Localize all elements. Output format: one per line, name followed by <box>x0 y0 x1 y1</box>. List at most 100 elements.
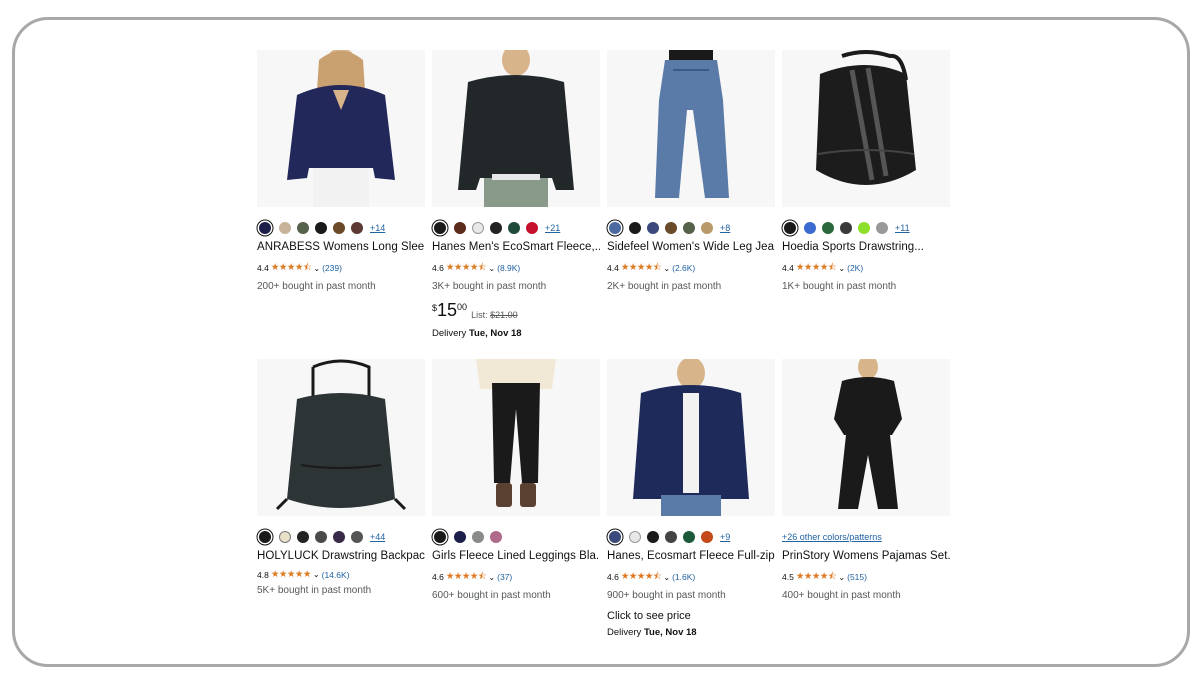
more-colors-link[interactable]: +21 <box>545 223 560 233</box>
review-count-link[interactable]: (14.6K) <box>322 570 350 580</box>
product-card[interactable]: +9 Hanes, Ecosmart Fleece Full-zip... 4.… <box>607 359 775 638</box>
rating-row: 4.4 ★★★★⯪ ⌄ (239) <box>257 260 425 276</box>
review-count-link[interactable]: (2.6K) <box>672 263 695 273</box>
color-swatch[interactable] <box>454 222 466 234</box>
stars-icon[interactable]: ★★★★⯪ <box>446 260 487 276</box>
stars-icon[interactable]: ★★★★⯪ <box>796 569 837 585</box>
product-card[interactable]: +44 HOLYLUCK Drawstring Backpac... 4.8 ★… <box>257 359 425 596</box>
color-swatch[interactable] <box>629 222 641 234</box>
product-card[interactable]: +8 Sidefeel Women's Wide Leg Jea... 4.4 … <box>607 50 775 292</box>
color-swatch[interactable] <box>804 222 816 234</box>
chevron-down-icon[interactable]: ⌄ <box>313 264 320 273</box>
more-colors-link[interactable]: +9 <box>720 532 730 542</box>
product-title[interactable]: Hanes, Ecosmart Fleece Full-zip... <box>607 550 775 562</box>
color-swatch[interactable] <box>259 222 271 234</box>
delivery-info: Delivery Tue, Nov 18 <box>607 627 775 638</box>
chevron-down-icon[interactable]: ⌄ <box>313 570 320 579</box>
color-swatch[interactable] <box>840 222 852 234</box>
color-swatch[interactable] <box>858 222 870 234</box>
product-image[interactable] <box>432 50 600 207</box>
price[interactable]: $ 15 00 List: $21.00 <box>432 301 600 320</box>
product-image[interactable] <box>257 50 425 207</box>
stars-icon[interactable]: ★★★★⯪ <box>271 260 312 276</box>
color-swatch[interactable] <box>665 222 677 234</box>
more-colors-link[interactable]: +11 <box>895 223 910 233</box>
color-swatch[interactable] <box>434 531 446 543</box>
review-count-link[interactable]: (239) <box>322 263 342 273</box>
color-swatch[interactable] <box>609 531 621 543</box>
product-title[interactable]: HOLYLUCK Drawstring Backpac... <box>257 550 425 562</box>
product-title[interactable]: Girls Fleece Lined Leggings Bla... <box>432 550 600 562</box>
color-swatch[interactable] <box>434 222 446 234</box>
review-count-link[interactable]: (1.6K) <box>672 572 695 582</box>
product-title[interactable]: ANRABESS Womens Long Slee... <box>257 241 425 253</box>
color-swatch[interactable] <box>609 222 621 234</box>
stars-icon[interactable]: ★★★★⯪ <box>621 569 662 585</box>
product-title[interactable]: Sidefeel Women's Wide Leg Jea... <box>607 241 775 253</box>
stars-icon[interactable]: ★★★★★ <box>271 569 312 580</box>
chevron-down-icon[interactable]: ⌄ <box>838 573 845 582</box>
color-swatch[interactable] <box>454 531 466 543</box>
review-count-link[interactable]: (515) <box>847 572 867 582</box>
review-count-link[interactable]: (2K) <box>847 263 863 273</box>
stars-icon[interactable]: ★★★★⯪ <box>621 260 662 276</box>
click-to-see-price[interactable]: Click to see price <box>607 610 775 622</box>
chevron-down-icon[interactable]: ⌄ <box>838 264 845 273</box>
chevron-down-icon[interactable]: ⌄ <box>488 264 495 273</box>
more-colors-link[interactable]: +14 <box>370 223 385 233</box>
color-swatch[interactable] <box>701 222 713 234</box>
color-swatch[interactable] <box>472 222 484 234</box>
color-swatch[interactable] <box>259 531 271 543</box>
color-swatch[interactable] <box>508 222 520 234</box>
product-image[interactable] <box>607 50 775 207</box>
product-card[interactable]: Girls Fleece Lined Leggings Bla... 4.6 ★… <box>432 359 600 601</box>
chevron-down-icon[interactable]: ⌄ <box>663 573 670 582</box>
color-swatch[interactable] <box>490 531 502 543</box>
color-swatch[interactable] <box>784 222 796 234</box>
product-card[interactable]: +14 ANRABESS Womens Long Slee... 4.4 ★★★… <box>257 50 425 292</box>
chevron-down-icon[interactable]: ⌄ <box>663 264 670 273</box>
review-count-link[interactable]: (37) <box>497 572 512 582</box>
color-swatch[interactable] <box>315 222 327 234</box>
color-swatch[interactable] <box>683 222 695 234</box>
color-swatch[interactable] <box>297 222 309 234</box>
stars-icon[interactable]: ★★★★⯪ <box>446 569 487 585</box>
color-swatch[interactable] <box>647 222 659 234</box>
color-swatch[interactable] <box>665 531 677 543</box>
color-swatch[interactable] <box>490 222 502 234</box>
color-swatch[interactable] <box>297 531 309 543</box>
color-swatch[interactable] <box>683 531 695 543</box>
product-title[interactable]: Hanes Men's EcoSmart Fleece,... <box>432 241 600 253</box>
review-count-link[interactable]: (8.9K) <box>497 263 520 273</box>
product-image[interactable] <box>607 359 775 516</box>
color-swatch[interactable] <box>333 531 345 543</box>
chevron-down-icon[interactable]: ⌄ <box>488 573 495 582</box>
color-swatch[interactable] <box>876 222 888 234</box>
color-swatch[interactable] <box>351 222 363 234</box>
color-swatch[interactable] <box>526 222 538 234</box>
product-image[interactable] <box>257 359 425 516</box>
product-title[interactable]: PrinStory Womens Pajamas Set... <box>782 550 950 562</box>
more-colors-link[interactable]: +44 <box>370 532 385 542</box>
stars-icon[interactable]: ★★★★⯪ <box>796 260 837 276</box>
more-colors-link[interactable]: +8 <box>720 223 730 233</box>
bought-count: 400+ bought in past month <box>782 590 901 601</box>
color-swatch[interactable] <box>701 531 713 543</box>
product-card[interactable]: +11 Hoedia Sports Drawstring... 4.4 ★★★★… <box>782 50 950 292</box>
color-swatch[interactable] <box>333 222 345 234</box>
product-card[interactable]: +26 other colors/patterns PrinStory Wome… <box>782 359 950 601</box>
color-swatch[interactable] <box>472 531 484 543</box>
color-swatch[interactable] <box>279 531 291 543</box>
product-image[interactable] <box>782 50 950 207</box>
product-card[interactable]: +21 Hanes Men's EcoSmart Fleece,... 4.6 … <box>432 50 600 339</box>
product-image[interactable] <box>432 359 600 516</box>
color-swatch[interactable] <box>629 531 641 543</box>
color-swatch[interactable] <box>279 222 291 234</box>
color-swatch[interactable] <box>351 531 363 543</box>
color-swatch[interactable] <box>647 531 659 543</box>
product-title[interactable]: Hoedia Sports Drawstring... <box>782 241 950 253</box>
color-swatch[interactable] <box>315 531 327 543</box>
more-colors-link[interactable]: +26 other colors/patterns <box>782 532 882 542</box>
color-swatch[interactable] <box>822 222 834 234</box>
product-image[interactable] <box>782 359 950 516</box>
